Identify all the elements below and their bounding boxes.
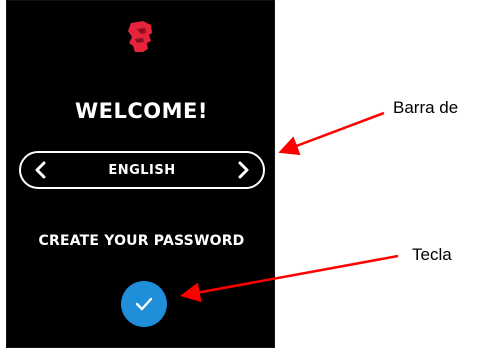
checkmark-icon (135, 297, 153, 311)
welcome-title: WELCOME! (75, 99, 208, 123)
device-screen: WELCOME! ENGLISH CREATE YOUR PASSWORD (6, 0, 275, 348)
create-password-label: CREATE YOUR PASSWORD (38, 233, 245, 249)
selected-language: ENGLISH (108, 162, 176, 178)
chevron-right-icon[interactable] (235, 159, 253, 181)
chevron-left-icon[interactable] (31, 159, 49, 181)
confirm-button[interactable] (121, 281, 167, 327)
canvas: WELCOME! ENGLISH CREATE YOUR PASSWORD Ba… (0, 0, 500, 349)
annotation-key-label: Tecla (412, 245, 452, 264)
annotation-language-bar-label: Barra de (393, 98, 459, 117)
kingston-head-logo-icon (128, 21, 152, 52)
language-selector[interactable]: ENGLISH (19, 151, 265, 189)
annotation-arrow-language-bar (278, 111, 385, 156)
